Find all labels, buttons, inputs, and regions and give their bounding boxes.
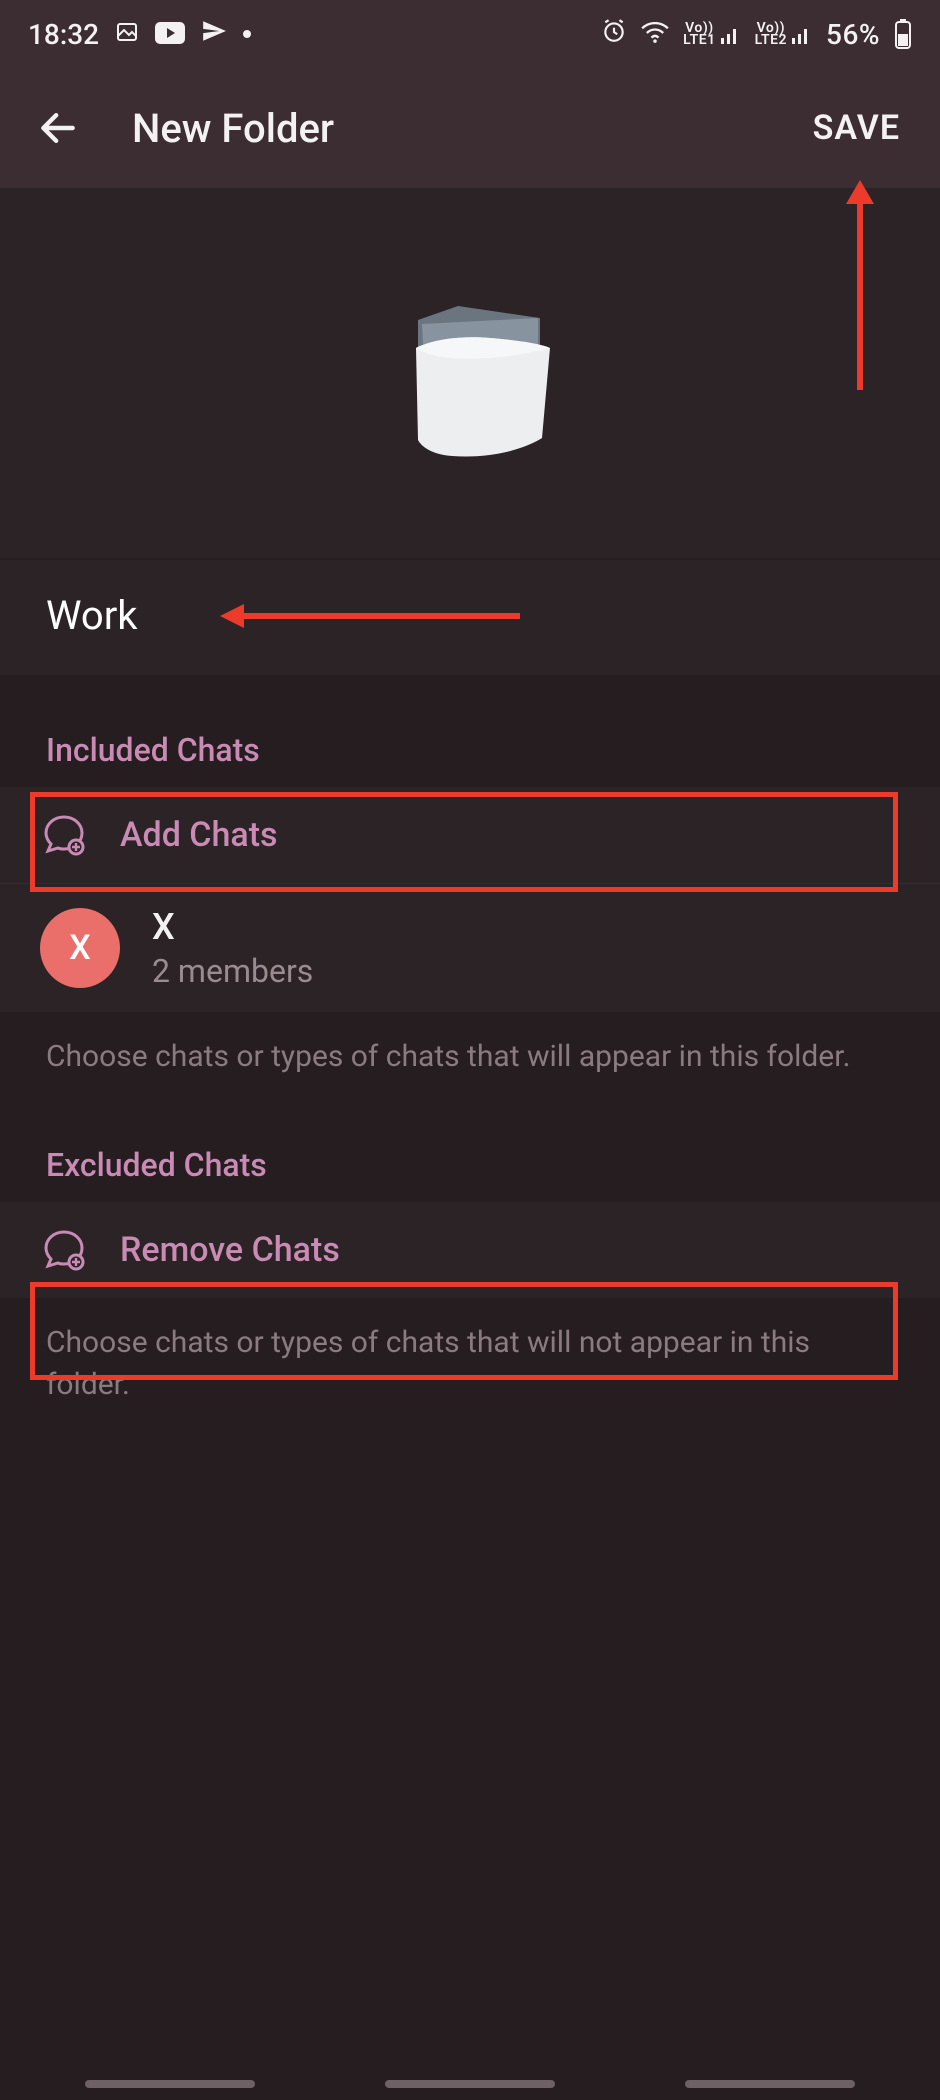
hero-section	[0, 188, 940, 558]
notification-dot-icon	[243, 30, 251, 38]
picture-icon	[115, 18, 139, 51]
folder-name-row[interactable]	[0, 560, 940, 675]
arrow-left-icon	[36, 106, 80, 150]
youtube-icon	[155, 18, 185, 51]
system-nav-indicator	[0, 2080, 940, 2088]
chat-title: X	[152, 906, 900, 948]
add-chats-button[interactable]: Add Chats	[0, 787, 940, 883]
remove-chat-icon	[40, 1224, 88, 1276]
save-button[interactable]: SAVE	[801, 96, 912, 160]
wifi-icon	[641, 18, 669, 51]
chat-subtitle: 2 members	[152, 952, 900, 990]
status-bar: 18:32 Vo)) LTE1 Vo)) LTE2	[0, 0, 940, 68]
back-button[interactable]	[28, 98, 88, 158]
excluded-chats-help: Choose chats or types of chats that will…	[0, 1298, 940, 1436]
remove-chats-label: Remove Chats	[120, 1230, 900, 1270]
sim1-signal-icon: Vo)) LTE1	[683, 22, 740, 46]
sim2-signal-icon: Vo)) LTE2	[755, 22, 812, 46]
battery-icon	[894, 19, 912, 49]
page-title: New Folder	[132, 105, 334, 152]
battery-percent: 56%	[826, 18, 880, 51]
included-chat-item[interactable]: X X 2 members	[0, 883, 940, 1012]
add-chats-label: Add Chats	[120, 815, 900, 855]
app-bar: New Folder SAVE	[0, 68, 940, 188]
included-chats-help: Choose chats or types of chats that will…	[0, 1012, 940, 1108]
included-chats-header: Included Chats	[0, 711, 940, 787]
excluded-chats-header: Excluded Chats	[0, 1126, 940, 1202]
folder-name-input[interactable]	[46, 592, 894, 639]
status-time: 18:32	[28, 18, 99, 51]
included-chats-section: Included Chats Add Chats X X 2 members C…	[0, 711, 940, 1108]
chat-avatar: X	[40, 908, 120, 988]
folder-icon	[380, 288, 560, 458]
remove-chats-button[interactable]: Remove Chats	[0, 1202, 940, 1298]
excluded-chats-section: Excluded Chats Remove Chats Choose chats…	[0, 1126, 940, 1436]
alarm-icon	[601, 18, 627, 51]
add-chat-icon	[40, 809, 88, 861]
send-icon	[201, 18, 227, 51]
